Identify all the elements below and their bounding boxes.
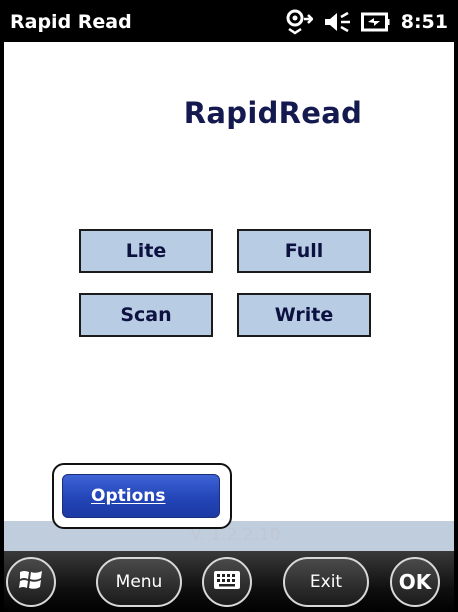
options-popup: Options [52, 463, 232, 529]
lite-button[interactable]: Lite [79, 229, 213, 273]
battery-charging-icon[interactable] [360, 11, 391, 33]
keyboard-icon [213, 570, 241, 595]
exit-button[interactable]: Exit [283, 557, 369, 607]
connectivity-icon[interactable] [285, 9, 313, 35]
app-window: Rapid Read 8:51 RapidRead Lite Full Scan… [4, 2, 454, 612]
ok-button[interactable]: OK [390, 557, 440, 607]
options-label: Options [91, 486, 166, 506]
soft-key-bar: Menu Exit OK [4, 551, 454, 612]
scan-button[interactable]: Scan [79, 293, 213, 337]
device-screen: Rapid Read 8:51 RapidRead Lite Full Scan… [0, 0, 458, 612]
start-button[interactable] [6, 557, 56, 607]
clock[interactable]: 8:51 [401, 11, 448, 33]
keyboard-button[interactable] [202, 557, 252, 607]
app-title: Rapid Read [10, 11, 132, 33]
volume-muted-icon[interactable] [323, 10, 351, 34]
options-button[interactable]: Options [62, 474, 220, 518]
status-bar: Rapid Read 8:51 [4, 2, 454, 42]
full-button[interactable]: Full [237, 229, 371, 273]
write-button[interactable]: Write [237, 293, 371, 337]
status-icons: 8:51 [285, 8, 448, 36]
main-content: RapidRead Lite Full Scan Write [4, 42, 454, 522]
windows-flag-icon [18, 567, 44, 598]
app-heading: RapidRead [183, 96, 363, 130]
menu-button[interactable]: Menu [96, 557, 182, 607]
